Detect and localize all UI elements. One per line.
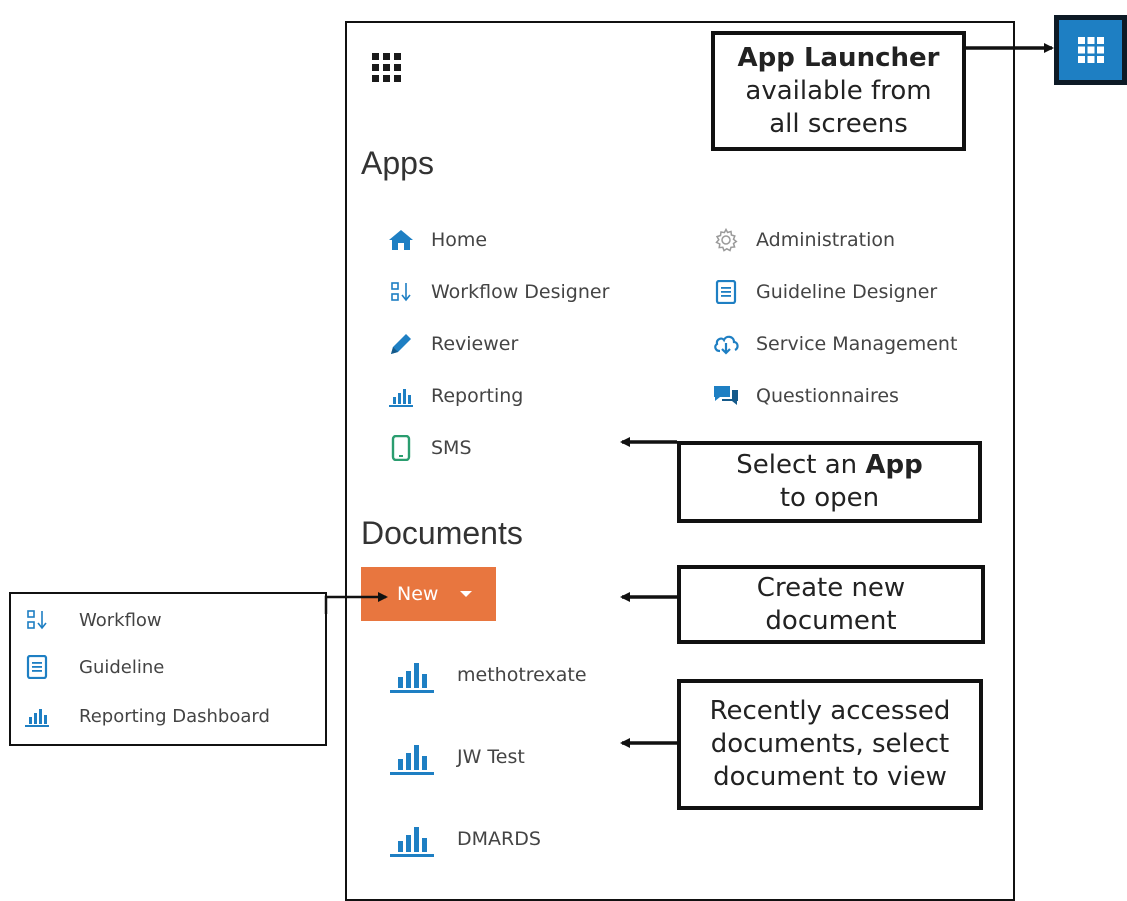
annotation-arrows: [324, 43, 1054, 748]
arrow-menu-connector: [324, 592, 388, 614]
